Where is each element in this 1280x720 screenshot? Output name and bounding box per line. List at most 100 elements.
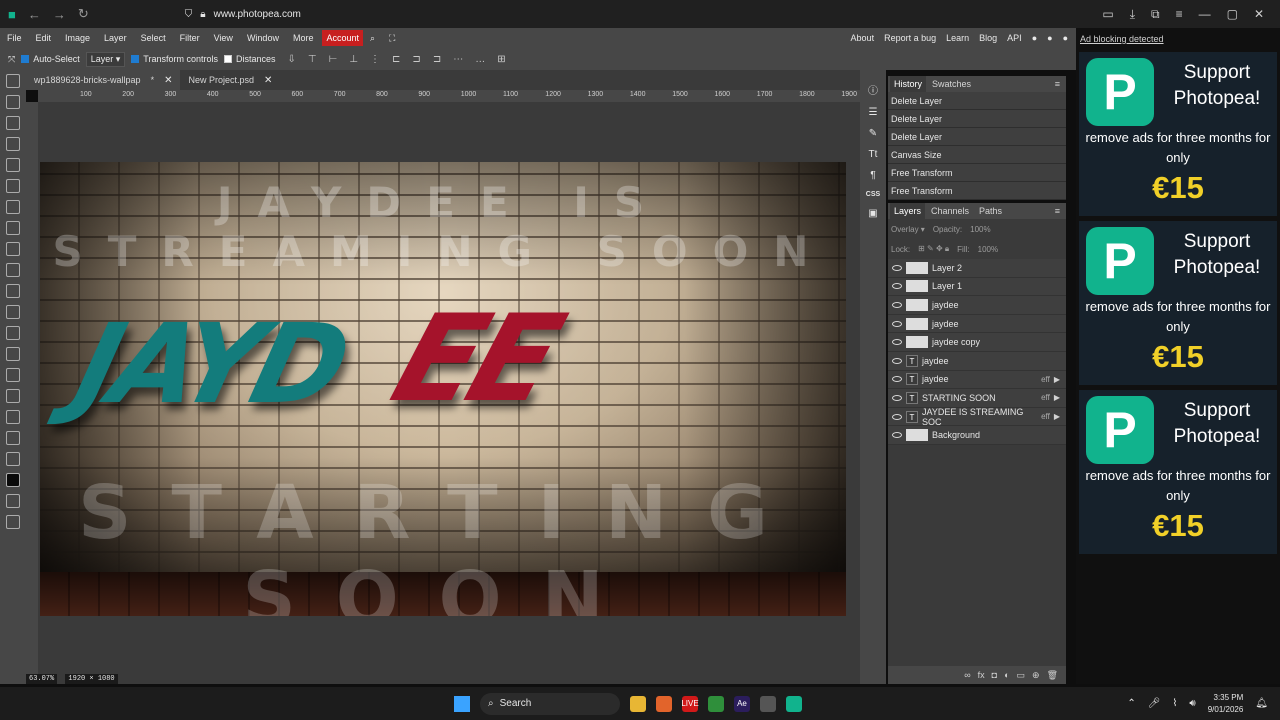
visibility-eye-icon[interactable] — [892, 357, 902, 364]
path-select-tool-icon[interactable] — [6, 389, 20, 403]
extensions-icon[interactable]: ⧉ — [1151, 7, 1160, 22]
history-item[interactable]: Free Transform — [888, 164, 1066, 182]
live-app-icon[interactable]: LIVE — [681, 695, 699, 712]
shape-tool-icon[interactable] — [6, 410, 20, 424]
brush-tool-icon[interactable] — [6, 221, 20, 235]
brush-panel-icon[interactable]: ✎ — [869, 128, 877, 139]
move-tool-icon[interactable] — [6, 74, 20, 88]
link-report-bug[interactable]: Report a bug — [884, 33, 936, 43]
adjustments-icon[interactable]: ☰ — [869, 107, 878, 118]
visibility-eye-icon[interactable] — [892, 432, 902, 439]
visibility-eye-icon[interactable] — [892, 301, 902, 308]
clock[interactable]: 3:35 PM 9/01/2026 — [1208, 692, 1244, 716]
color-swatches-icon[interactable] — [6, 473, 20, 487]
menu-select[interactable]: Select — [134, 33, 173, 43]
transform-controls-check[interactable] — [131, 55, 140, 63]
tab-bricks-wallpaper[interactable]: wp1889628-bricks-wallpap * ✕ — [26, 70, 181, 90]
distances-checkbox[interactable]: Distances — [223, 54, 275, 64]
visibility-eye-icon[interactable] — [892, 283, 902, 290]
ad-card[interactable]: P Support Photopea! remove ads for three… — [1079, 52, 1277, 216]
close-tab-icon[interactable]: ✕ — [264, 75, 272, 86]
chrome-icon[interactable] — [708, 695, 724, 712]
distribute-icon[interactable]: ⋮ — [370, 54, 380, 65]
menu-view[interactable]: View — [207, 33, 240, 43]
align-center-icon[interactable]: ⊐ — [412, 54, 420, 65]
link-learn[interactable]: Learn — [946, 33, 969, 43]
expand-effects-icon[interactable]: ▶ — [1054, 375, 1066, 384]
tab-paths[interactable]: Paths — [975, 206, 1006, 216]
history-item[interactable]: Delete Layer — [888, 128, 1066, 146]
firefox-icon[interactable] — [656, 695, 672, 712]
align-bottom-icon[interactable]: ⊥ — [349, 54, 358, 65]
lock-icons[interactable]: ⊞ ✎ ✥ 🔒︎ — [918, 244, 949, 254]
new-layer-icon[interactable]: ⊕ — [1032, 670, 1040, 681]
menu-icon[interactable]: ≡ — [1176, 7, 1183, 21]
ad-card[interactable]: P Support Photopea! remove ads for three… — [1079, 221, 1277, 385]
layer-effects-label[interactable]: eff — [1041, 375, 1050, 384]
pen-tool-icon[interactable] — [6, 368, 20, 382]
more-icon[interactable]: … — [475, 54, 485, 65]
layer-row[interactable]: T JAYDEE IS STREAMING SOC eff ▶ — [888, 407, 1066, 427]
layer-row[interactable]: jaydee — [888, 314, 1066, 334]
info-icon[interactable]: ⓘ — [868, 82, 878, 97]
menu-layer[interactable]: Layer — [97, 33, 134, 43]
screen-mode-icon[interactable] — [6, 515, 20, 529]
settings-icon[interactable] — [760, 695, 776, 712]
notification-icon[interactable]: 🔔︎ — [1255, 698, 1268, 709]
history-item[interactable]: Canvas Size — [888, 146, 1066, 164]
align-left-icon[interactable]: ⊏ — [392, 54, 400, 65]
crop-tool-icon[interactable] — [6, 158, 20, 172]
visibility-eye-icon[interactable] — [892, 339, 902, 346]
forward-icon[interactable]: → — [53, 7, 66, 22]
link-blog[interactable]: Blog — [979, 33, 997, 43]
download-icon[interactable]: ⤓ — [1130, 7, 1135, 22]
menu-window[interactable]: Window — [240, 33, 286, 43]
wifi-icon[interactable]: ⌇ — [1173, 698, 1178, 709]
menu-filter[interactable]: Filter — [173, 33, 207, 43]
delete-layer-icon[interactable]: 🗑︎ — [1047, 670, 1058, 681]
lasso-tool-icon[interactable] — [6, 116, 20, 130]
tab-channels[interactable]: Channels — [927, 206, 973, 216]
tab-layers[interactable]: Layers — [890, 203, 926, 219]
distribute-h-icon[interactable]: ⋯ — [453, 54, 463, 65]
microphone-icon[interactable]: 🎤︎ — [1148, 698, 1161, 709]
spot-heal-tool-icon[interactable] — [6, 200, 20, 214]
quick-mask-icon[interactable] — [6, 494, 20, 508]
history-item[interactable]: Delete Layer — [888, 92, 1066, 110]
reload-icon[interactable]: ↻ — [78, 6, 89, 22]
character-icon[interactable]: Tt — [869, 149, 878, 160]
paragraph-icon[interactable]: ¶ — [870, 170, 875, 181]
address-bar[interactable]: ⛉ 🔒︎ www.photopea.com — [185, 9, 301, 20]
layer-row[interactable]: Tjaydee eff ▶ — [888, 370, 1066, 390]
align-right-icon[interactable]: ⊐ — [433, 54, 441, 65]
volume-icon[interactable]: 🔊︎ — [1189, 698, 1195, 709]
menu-more[interactable]: More — [286, 33, 321, 43]
visibility-eye-icon[interactable] — [892, 320, 902, 327]
layer-row[interactable]: T STARTING SOON eff ▶ — [888, 389, 1066, 408]
layer-row[interactable]: Layer 2 — [888, 259, 1066, 278]
panel-menu-icon[interactable]: ≡ — [1055, 79, 1060, 89]
ad-blocking-notice[interactable]: Ad blocking detected — [1076, 28, 1280, 44]
account-button[interactable]: Account — [322, 30, 363, 46]
facebook-icon[interactable]: ● — [1063, 33, 1068, 43]
distances-check[interactable] — [223, 55, 232, 63]
eraser-tool-icon[interactable] — [6, 263, 20, 277]
layer-effects-label[interactable]: eff — [1041, 393, 1050, 402]
canvas-area[interactable]: JAYDEE IS STREAMING SOON JAYD EE STARTIN… — [38, 102, 860, 684]
after-effects-icon[interactable]: Ae — [734, 695, 750, 712]
dodge-tool-icon[interactable] — [6, 326, 20, 340]
tab-new-project[interactable]: New Project.psd ✕ — [180, 70, 280, 90]
auto-select-check[interactable] — [21, 55, 30, 63]
layer-effects-label[interactable]: eff — [1041, 412, 1050, 421]
tab-swatches[interactable]: Swatches — [928, 79, 975, 89]
twitter-icon[interactable]: ● — [1047, 33, 1052, 43]
layer-effects-icon[interactable]: fx — [978, 670, 985, 680]
magic-wand-tool-icon[interactable] — [6, 137, 20, 151]
link-about[interactable]: About — [851, 33, 875, 43]
menu-file[interactable]: File — [0, 33, 29, 43]
panel-menu-icon[interactable]: ≡ — [1055, 206, 1060, 216]
layer-row[interactable]: Tjaydee — [888, 351, 1066, 371]
gradient-tool-icon[interactable] — [6, 284, 20, 298]
reddit-icon[interactable]: ● — [1032, 33, 1037, 43]
photopea-app-icon[interactable] — [786, 695, 802, 712]
